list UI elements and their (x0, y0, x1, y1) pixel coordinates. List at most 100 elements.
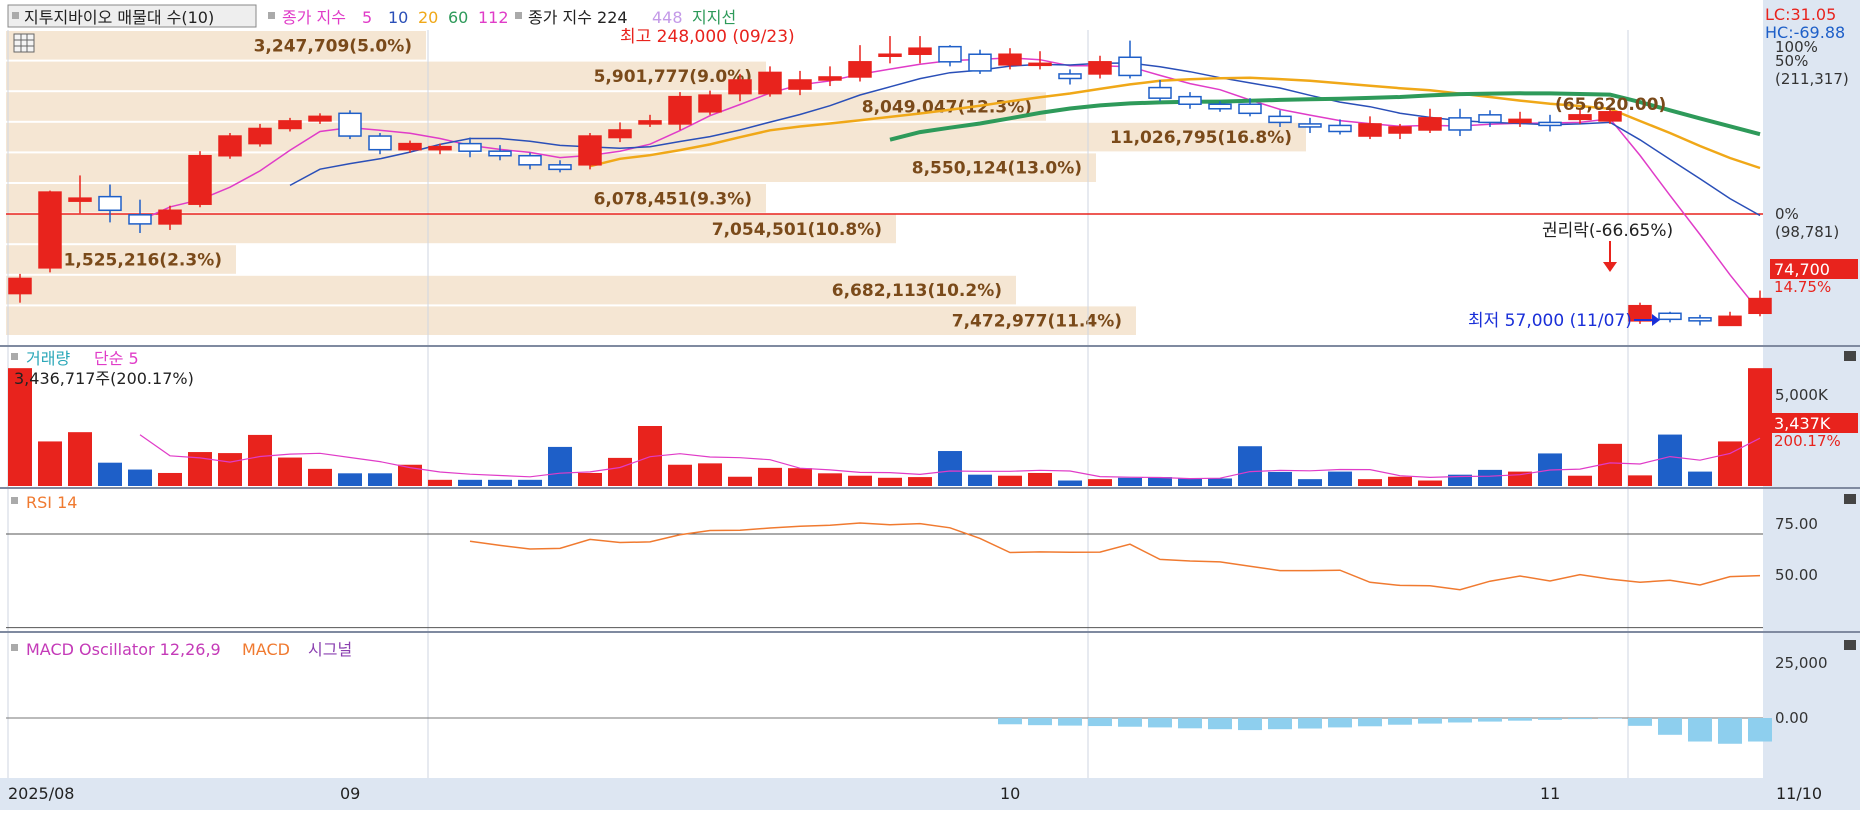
candle-body (68, 197, 92, 202)
candle-body (1388, 126, 1412, 134)
volume-bar (1208, 478, 1232, 486)
signal-label: 시그널 (308, 640, 352, 659)
volume-bar (728, 476, 752, 486)
volume-bar (518, 479, 542, 486)
current-price: 74,700 (1774, 260, 1830, 279)
candle-body (968, 53, 992, 72)
candle-body (128, 214, 152, 225)
candle-body (1688, 317, 1712, 322)
volume-bar (1658, 434, 1682, 486)
collapse-icon[interactable] (268, 12, 275, 19)
rsi-title: RSI 14 (26, 493, 77, 512)
candle-body (188, 154, 212, 205)
collapse-icon[interactable] (12, 12, 19, 19)
candle-body (1328, 124, 1352, 133)
volume-ma-label: 단순 5 (94, 349, 139, 368)
macd-oscillator-bar (1718, 718, 1742, 744)
volume-summary: 3,436,717주(200.17%) (14, 369, 194, 388)
macd-label: MACD (242, 640, 290, 659)
candle-body (218, 135, 242, 157)
last-price-label: (65,620.00) (1555, 95, 1666, 115)
candle-body (548, 164, 572, 171)
volume-title: 거래량 (26, 349, 70, 368)
date-label-nov: 11 (1540, 784, 1560, 803)
macd-oscillator-bar (1658, 718, 1682, 735)
macd-oscillator-bar (1268, 718, 1292, 730)
candle-body (158, 209, 182, 225)
candle-body (398, 142, 422, 151)
macd-oscillator-bar (1118, 718, 1142, 727)
volume-bar (938, 451, 962, 486)
volume-bar (1478, 469, 1502, 486)
volume-bar (1178, 478, 1202, 486)
macd-oscillator-bar (1538, 718, 1562, 720)
close-icon[interactable] (1844, 351, 1856, 361)
axis-50pct: 50% (1775, 52, 1808, 70)
right-axis-bg (1763, 0, 1860, 810)
close-icon[interactable] (1844, 640, 1856, 650)
date-label-aug: 2025/08 (8, 784, 74, 803)
candle-body (668, 95, 692, 125)
candle-body (1508, 118, 1532, 124)
chart-canvas[interactable]: 3,247,709(5.0%) 5,901,777(9.0%) 8,049,047(… (0, 0, 1860, 810)
volume-bar (38, 441, 62, 486)
ma-period-112: 112 (478, 8, 509, 27)
macd-oscillator-bar (1688, 718, 1712, 742)
volume-bar (1238, 446, 1262, 486)
volume-profile-label: 1,525,216(2.3%) (64, 251, 222, 271)
table-icon[interactable] (13, 33, 35, 53)
candle-body (1298, 123, 1322, 128)
volume-bar (218, 453, 242, 486)
candle-body (1208, 103, 1232, 110)
macd-oscillator-bar (1238, 718, 1262, 731)
volume-bar (1358, 479, 1382, 486)
volume-bar (548, 446, 572, 486)
volume-bar (248, 434, 272, 486)
candle-body (938, 45, 962, 63)
candle-body (1658, 312, 1682, 321)
current-price-pct: 14.75% (1774, 278, 1831, 296)
candle-body (848, 61, 872, 78)
candle-body (1358, 123, 1382, 137)
candle-body (578, 135, 602, 166)
rsi-axis-75: 75.00 (1775, 515, 1818, 533)
macd-oscillator-bar (1148, 718, 1172, 728)
candle-body (338, 112, 362, 137)
ma2-extra: 448 (652, 8, 683, 27)
macd-oscillator-bar (1088, 718, 1112, 727)
volume-bar (968, 474, 992, 486)
candle-body (908, 47, 932, 55)
collapse-icon[interactable] (11, 353, 18, 360)
macd-oscillator-bar (1748, 718, 1772, 742)
volume-axis-label: 5,000K (1775, 386, 1829, 404)
date-axis-bg (0, 778, 1860, 810)
close-icon[interactable] (1844, 494, 1856, 504)
candle-body (698, 94, 722, 113)
volume-bar (488, 479, 512, 486)
candle-body (488, 150, 512, 157)
collapse-icon[interactable] (11, 644, 18, 651)
current-volume-pct: 200.17% (1774, 432, 1841, 450)
collapse-icon[interactable] (11, 497, 18, 504)
macd-oscillator-bar (1508, 718, 1532, 721)
volume-bar (1298, 479, 1322, 486)
macd-oscillator-bar (1298, 718, 1322, 729)
volume-bar (158, 472, 182, 486)
volume-bar (1418, 480, 1442, 486)
macd-oscillator-bar (1628, 718, 1652, 726)
candle-body (608, 129, 632, 139)
date-label-last: 11/10 (1776, 784, 1822, 803)
volume-bar (1148, 477, 1172, 486)
volume-bar (1628, 475, 1652, 486)
macd-oscillator-bar (998, 718, 1022, 725)
candle-body (1028, 62, 1052, 67)
volume-bar (908, 477, 932, 486)
collapse-icon[interactable] (515, 12, 522, 19)
high-annotation: 최고 248,000 (09/23) (620, 27, 795, 47)
candle-body (728, 79, 752, 95)
candle-body (428, 145, 452, 151)
volume-bar (1688, 471, 1712, 486)
volume-bar (1388, 476, 1412, 486)
rights-annotation: 권리락(-66.65%) (1542, 221, 1673, 241)
current-volume: 3,437K (1774, 414, 1831, 433)
